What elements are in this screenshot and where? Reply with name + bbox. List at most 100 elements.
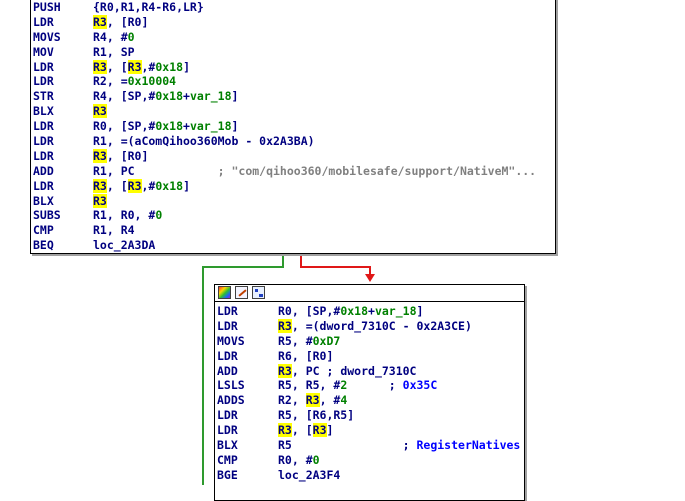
- operands: loc_2A3F4: [278, 468, 340, 483]
- immediate-value: 0x18: [340, 304, 369, 318]
- highlighted-register[interactable]: R3: [93, 193, 107, 208]
- operands: R3, [R3]: [278, 423, 333, 438]
- operand-text: , [R0]: [106, 14, 149, 29]
- operand-text: {R0,R1,R4-R6,LR}: [93, 0, 204, 14]
- operand-text: , #: [319, 393, 341, 408]
- stack-variable: var_18: [189, 89, 232, 104]
- operand-text: R0, [SP,#: [278, 304, 341, 318]
- operand-text: R1, PC: [93, 163, 218, 178]
- operand-text: ]: [231, 89, 239, 104]
- operand-text: loc_2A3DA: [93, 238, 156, 253]
- operands: R1, R0, #0: [93, 208, 162, 223]
- mnemonic: BLX: [33, 193, 54, 208]
- operands: R4, [SP,#0x18+var_18]: [93, 89, 238, 104]
- mnemonic: LSLS: [217, 378, 245, 393]
- mnemonic: CMP: [33, 223, 54, 238]
- comment: 0x35C: [402, 378, 438, 393]
- immediate-value: 0xD7: [312, 333, 341, 348]
- operand-text: R0, [SP,#: [93, 119, 156, 134]
- operand-text: loc_2A3F4: [278, 467, 341, 482]
- highlighted-register[interactable]: R3: [93, 14, 107, 29]
- highlighted-register[interactable]: R3: [93, 59, 107, 74]
- mnemonic: ADD: [217, 363, 238, 378]
- highlighted-register[interactable]: R3: [305, 393, 320, 408]
- operand-text: +: [368, 304, 375, 318]
- operand-text: R1, R0, #: [93, 208, 156, 223]
- operands: R3, =(dword_7310C - 0x2A3CE): [278, 318, 472, 334]
- operands: R1, R4: [93, 223, 135, 238]
- graph-layout-icon[interactable]: [252, 286, 265, 299]
- operand-text: ]: [326, 423, 334, 438]
- operand-text: R6, [R0]: [278, 348, 334, 363]
- color-palette-icon[interactable]: [218, 286, 231, 299]
- operands: R0, #0: [278, 453, 320, 468]
- operand-text: , PC ; dword_7310C: [291, 363, 417, 378]
- highlighted-register[interactable]: R3: [93, 104, 107, 119]
- mnemonic: LDR: [33, 14, 54, 29]
- highlighted-register[interactable]: R3: [278, 363, 292, 378]
- branch-edge-true: [282, 253, 284, 267]
- code-block-register-natives[interactable]: LDR R0, [SP,#0x18+var_18] LDR R3, =(dword_7…: [214, 284, 525, 501]
- highlighted-register[interactable]: R3: [278, 318, 292, 333]
- operand-text: R0, #: [278, 452, 313, 467]
- mnemonic: SUBS: [33, 208, 61, 223]
- stack-variable: var_18: [189, 119, 232, 134]
- operands: R3: [93, 193, 107, 209]
- mnemonic: LDR: [33, 178, 54, 193]
- highlighted-register[interactable]: R3: [312, 423, 327, 438]
- mnemonic: STR: [33, 89, 54, 104]
- mnemonic: MOV: [33, 44, 54, 59]
- mnemonic: LDR: [33, 119, 54, 134]
- operands: R5, R5, #2 ; 0x35C: [278, 378, 437, 393]
- operand-text: ,#: [141, 59, 156, 74]
- operand-text: R5, R5, #: [278, 378, 341, 393]
- branch-edge-true: [202, 266, 284, 268]
- mnemonic: PUSH: [33, 0, 61, 14]
- edit-pencil-icon[interactable]: [235, 286, 248, 299]
- block-toolbar: [215, 285, 524, 302]
- mnemonic: BLX: [33, 104, 54, 119]
- operand-text: +: [183, 119, 190, 134]
- mnemonic: LDR: [33, 74, 54, 89]
- highlighted-register[interactable]: R3: [93, 178, 107, 193]
- operand-text: R4, #: [93, 29, 128, 44]
- mnemonic: ADDS: [217, 393, 245, 408]
- operand-text: ;: [347, 378, 403, 393]
- operand-text: R4, [SP,#: [93, 89, 156, 104]
- operand-text: R2, =: [93, 74, 128, 89]
- string-comment: ; "com/qihoo360/mobilesafe/support/Nativ…: [217, 163, 537, 178]
- operands: R0, [SP,#0x18+var_18]: [93, 119, 238, 134]
- branch-edge-true: [202, 266, 204, 485]
- mnemonic: LDR: [217, 304, 238, 318]
- operand-text: ]: [416, 304, 424, 318]
- operands: R4, #0: [93, 30, 135, 45]
- branch-arrowhead: [365, 274, 375, 282]
- highlighted-register[interactable]: R3: [127, 59, 142, 74]
- operand-text: , =(dword_7310C - 0x2A3CE): [291, 318, 472, 333]
- operands: R5, [R6,R5]: [278, 408, 354, 423]
- code-block-entry[interactable]: PUSH {R0,R1,R4-R6,LR} LDR R3, [R0] MOVS R4, #…: [30, 0, 556, 254]
- branch-edge-false: [300, 253, 302, 267]
- operand-text: ]: [231, 119, 239, 134]
- mnemonic: LDR: [33, 134, 54, 149]
- operands: R3: [93, 104, 107, 119]
- operands: R1, =(aComQihoo360Mob - 0x2A3BA): [93, 134, 315, 149]
- comment: RegisterNatives: [416, 438, 521, 453]
- operands: R3, PC ; dword_7310C: [278, 363, 417, 379]
- highlighted-register[interactable]: R3: [127, 178, 142, 193]
- immediate-value: 0x18: [155, 178, 184, 193]
- operand-text: R1, =(aComQihoo360Mob - 0x2A3BA): [93, 134, 315, 149]
- immediate-value: 0x18: [155, 119, 184, 134]
- operands: R3, [R3,#0x18]: [93, 59, 190, 75]
- operands: R5, #0xD7: [278, 334, 340, 349]
- operands: R1, SP: [93, 45, 135, 60]
- highlighted-register[interactable]: R3: [93, 148, 107, 163]
- mnemonic: LDR: [217, 318, 238, 333]
- operands: R2, =0x10004: [93, 74, 176, 89]
- mnemonic: LDR: [217, 423, 238, 438]
- operand-text: R5, [R6,R5]: [278, 408, 355, 423]
- operand-text: R2,: [278, 393, 306, 408]
- highlighted-register[interactable]: R3: [278, 423, 292, 438]
- operands: R2, R3, #4: [278, 393, 347, 408]
- immediate-value: 0x18: [155, 59, 184, 74]
